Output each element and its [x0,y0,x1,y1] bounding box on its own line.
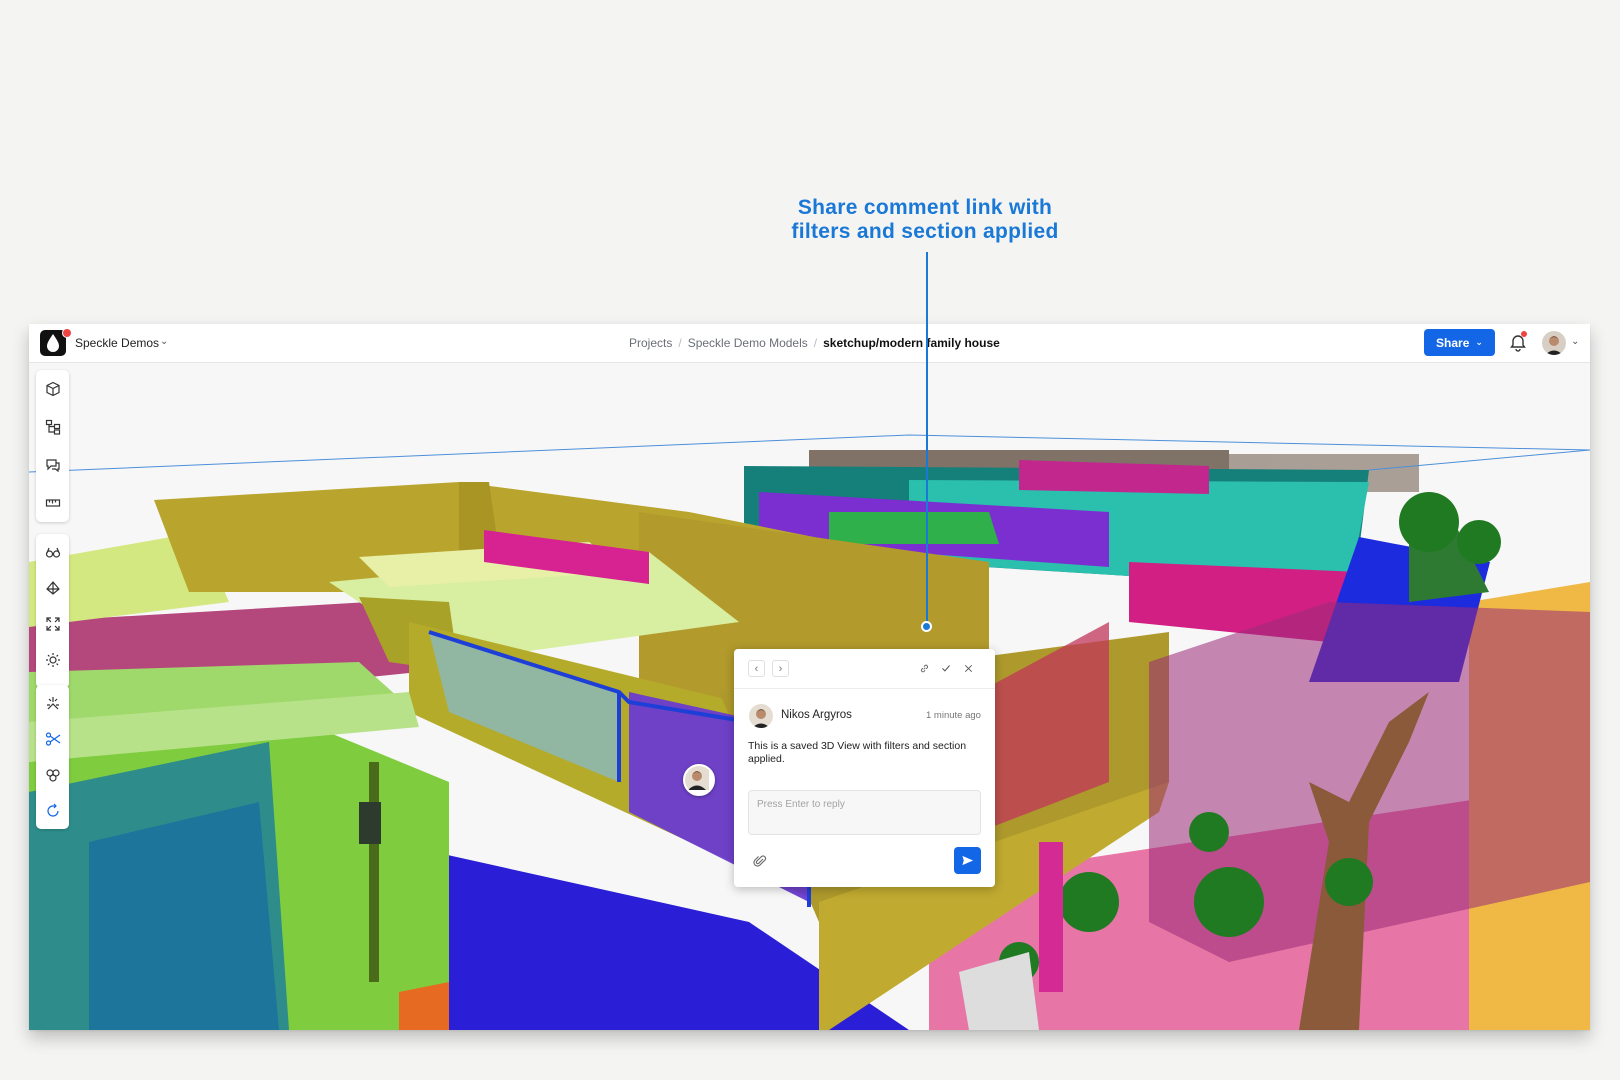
share-button[interactable]: Share ⌄ [1424,329,1495,356]
chevron-down-icon[interactable]: ⌄ [160,336,168,347]
attachment-icon[interactable] [753,854,767,868]
section-box-icon[interactable] [36,721,69,757]
logo-notification-dot [62,328,72,338]
annotation-pointer-line [926,252,928,624]
breadcrumb-model: sketchup/modern family house [823,336,1000,350]
breadcrumb-project[interactable]: Speckle Demo Models [688,336,808,350]
explode-icon[interactable] [36,685,69,721]
comment-timestamp: 1 minute ago [926,710,981,721]
annotation-line-2: filters and section applied [791,220,1059,243]
scene-explorer-icon[interactable] [36,408,69,446]
viewer-toolbar-main [36,370,69,522]
models-icon[interactable] [36,370,69,408]
chevron-down-icon: ⌄ [1475,337,1483,347]
comment-thread-card: ‹ › Nikos Argyros 1 minute ago This is a… [734,649,995,887]
notification-dot [1521,331,1527,337]
breadcrumb-projects[interactable]: Projects [629,336,672,350]
viewer-window: Speckle Demos ⌄ Projects / Speckle Demo Mo… [29,324,1590,1030]
lighting-icon[interactable] [36,642,69,678]
send-button[interactable] [954,847,981,874]
annotation-pointer-dot [921,621,932,632]
reset-icon[interactable] [36,793,69,829]
discussions-icon[interactable] [36,446,69,484]
viewer-toolbar-tools [36,685,69,829]
send-icon [962,855,974,866]
workspace-name[interactable]: Speckle Demos [75,336,159,350]
zoom-extents-icon[interactable] [36,606,69,642]
comment-thread-pin[interactable] [683,764,715,796]
comment-body: This is a saved 3D View with filters and… [748,740,967,765]
author-avatar [749,704,773,728]
3d-viewport[interactable]: ‹ › Nikos Argyros 1 minute ago This is a… [29,362,1590,1030]
view-modes-icon[interactable] [36,534,69,570]
previous-thread-button[interactable]: ‹ [748,660,765,677]
share-button-label: Share [1436,335,1470,350]
top-bar: Speckle Demos ⌄ Projects / Speckle Demo Mo… [29,324,1590,363]
resolve-check-icon[interactable] [938,660,954,676]
camera-views-icon[interactable] [36,570,69,606]
annotation-line-1: Share comment link with [797,196,1053,219]
next-thread-button[interactable]: › [772,660,789,677]
comment-author: Nikos Argyros [781,709,852,721]
breadcrumb: Projects / Speckle Demo Models / sketchup/mo… [629,336,1000,350]
comment-header: ‹ › [734,649,995,689]
measure-icon[interactable] [36,484,69,522]
viewer-toolbar-view [36,534,69,688]
close-icon[interactable] [960,660,976,676]
user-avatar[interactable] [1542,331,1566,355]
filters-icon[interactable] [36,757,69,793]
reply-placeholder: Press Enter to reply [757,799,845,810]
annotation-caption: Share comment link with filters and sect… [760,196,1090,244]
copy-link-icon[interactable] [916,660,932,676]
reply-input[interactable]: Press Enter to reply [748,790,981,835]
chevron-down-icon[interactable]: ⌄ [1571,336,1579,347]
